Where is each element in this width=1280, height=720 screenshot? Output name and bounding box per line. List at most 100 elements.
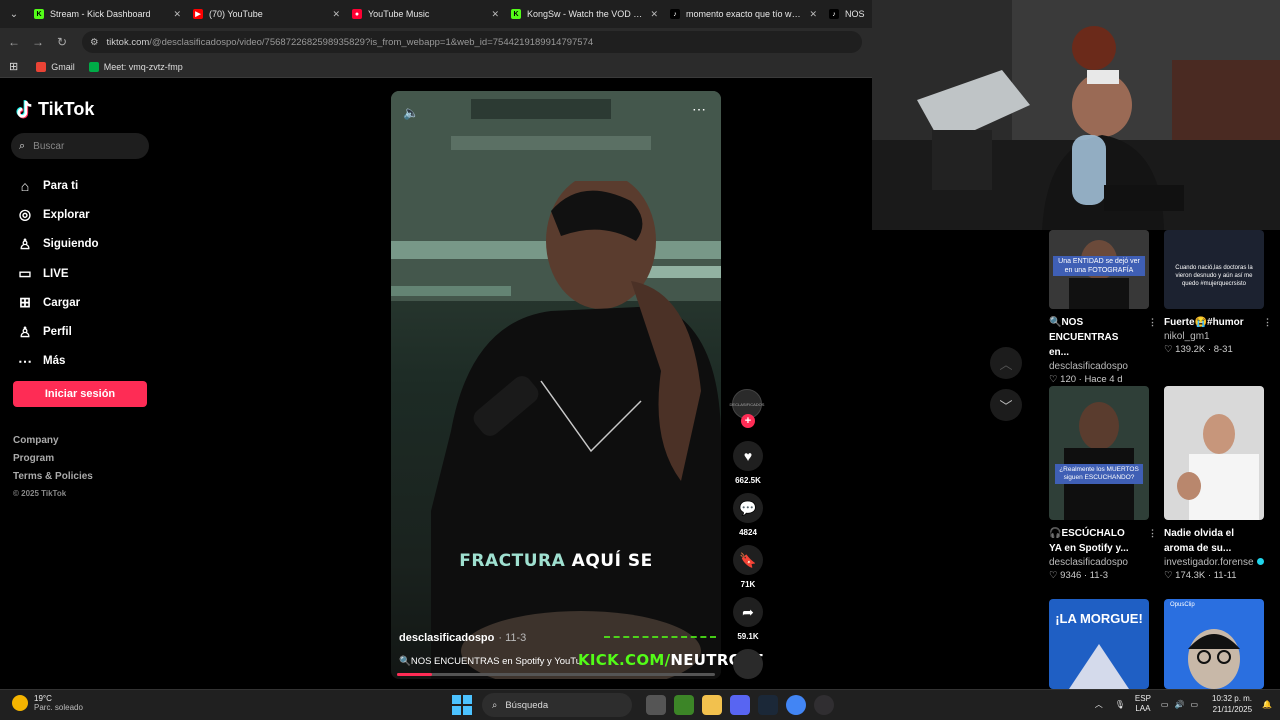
related-card[interactable]: Una ENTIDAD se dejó ver en una FOTOGRAFÍ… — [1049, 230, 1157, 385]
browser-tab[interactable]: ♪ momento exacto que tío wafa s ✕ — [664, 0, 823, 28]
bookmark-gmail[interactable]: Gmail — [36, 61, 75, 72]
browser-tab[interactable]: K Stream - Kick Dashboard ✕ — [28, 0, 187, 28]
discord-icon[interactable] — [730, 695, 750, 715]
card-more-icon[interactable]: ⋮ — [1148, 315, 1157, 330]
music-disc[interactable] — [732, 649, 764, 679]
card-more-icon[interactable]: ⋮ — [1148, 526, 1157, 541]
browser-tab[interactable]: ● YouTube Music ✕ — [346, 0, 505, 28]
battery-icon[interactable]: ▭ — [1190, 700, 1198, 709]
obs-icon[interactable] — [814, 695, 834, 715]
related-title-text: Fuerte😭#humor — [1164, 317, 1244, 328]
meet-icon — [88, 61, 99, 72]
footer-terms[interactable]: Terms & Policies — [13, 471, 93, 489]
sidebar-item-mas[interactable]: ⋯ Más — [16, 347, 99, 376]
weather-desc: Parc. soleado — [34, 703, 83, 712]
live-tv-icon: ▭ — [18, 265, 32, 282]
more-options-icon[interactable]: ⋯ — [692, 101, 707, 118]
share-button[interactable]: ➦ 59.1K — [732, 597, 764, 641]
weather-widget[interactable]: 19°C Parc. soleado — [12, 694, 83, 712]
footer-program[interactable]: Program — [13, 453, 93, 471]
sidebar-item-siguiendo[interactable]: ♙ Siguiendo — [16, 230, 99, 259]
windows-taskbar: 19°C Parc. soleado ⌕ Búsqueda ︿ 🎙 ESP LAA … — [0, 689, 1280, 720]
bookmark-meet[interactable]: Meet: vmq-zvtz-fmp — [88, 61, 183, 72]
sidebar-item-cargar[interactable]: ⊞ Cargar — [16, 288, 99, 317]
login-button[interactable]: Iniciar sesión — [13, 381, 147, 407]
profile-icon: ♙ — [18, 323, 32, 340]
address-bar[interactable]: ⚙ tiktok.com/@desclasificadospo/video/75… — [82, 31, 862, 53]
related-card[interactable]: ¡LA MORGUE! — [1049, 599, 1149, 689]
close-tab-icon[interactable]: ✕ — [809, 9, 817, 20]
related-title-text: 🎧ESCÚCHALO YA en Spotify y... — [1049, 528, 1129, 554]
video-player[interactable]: 🔈 ⋯ FRACTURA AQUÍ SE desclasificadospo · … — [391, 91, 721, 679]
taskbar-search[interactable]: ⌕ Búsqueda — [482, 693, 632, 717]
footer-company[interactable]: Company — [13, 435, 93, 453]
close-tab-icon[interactable]: ✕ — [332, 9, 340, 20]
user-follow-icon: ♙ — [18, 235, 32, 252]
sidebar-item-explorar[interactable]: ◎ Explorar — [16, 200, 99, 229]
sidebar-item-live[interactable]: ▭ LIVE — [16, 259, 99, 288]
browser-tab[interactable]: ♪ NOS — [823, 0, 871, 28]
windows-start-icon[interactable] — [452, 695, 472, 715]
chrome-icon[interactable] — [786, 695, 806, 715]
browser-tab[interactable]: K KongSw - Watch the VOD on Ki ✕ — [505, 0, 664, 28]
share-icon: ➦ — [733, 597, 763, 627]
like-button[interactable]: ♥ 662.5K — [732, 441, 764, 485]
tray-chevron-up-icon[interactable]: ︿ — [1095, 699, 1103, 710]
tab-search-chevron-icon[interactable]: ⌄ — [0, 0, 28, 28]
related-thumbnail: Cuando nació,las doctoras la vieron desn… — [1164, 230, 1264, 309]
minecraft-icon[interactable] — [674, 695, 694, 715]
sidebar-item-label: Perfil — [43, 326, 72, 339]
reload-icon[interactable]: ↻ — [50, 35, 74, 49]
steam-icon[interactable] — [758, 695, 778, 715]
video-progress-bar[interactable] — [397, 673, 715, 676]
network-icon[interactable]: ▭ — [1161, 700, 1169, 709]
apps-grid-icon[interactable]: ⊞ — [9, 60, 18, 73]
related-title: 🔍NOS ENCUENTRAS en... ⋮ — [1049, 315, 1157, 360]
thumb-text: Una ENTIDAD se dejó ver en una FOTOGRAFÍ… — [1058, 258, 1140, 274]
subtitle-highlight: FRACTURA — [459, 551, 566, 571]
volume-icon[interactable]: 🔈 — [403, 105, 419, 121]
system-tray: ︿ 🎙 ESP LAA ▭ 🔊 ▭ 10:32 p. m. 21/11/2025 🔔 — [1095, 693, 1272, 715]
microphone-icon[interactable]: 🎙 — [1115, 700, 1125, 709]
card-more-icon[interactable]: ⋮ — [1263, 315, 1269, 330]
file-explorer-icon[interactable] — [702, 695, 722, 715]
sidebar-footer: Company Program Terms & Policies © 2025 … — [13, 435, 93, 507]
sidebar-item-para-ti[interactable]: ⌂ Para ti — [16, 171, 99, 200]
language-indicator[interactable]: ESP LAA — [1135, 694, 1151, 714]
browser-tab[interactable]: ▶ (70) YouTube ✕ — [187, 0, 346, 28]
sidebar-item-label: Cargar — [43, 296, 81, 309]
bookmark-label: Gmail — [51, 61, 75, 72]
related-card[interactable]: ¿Realmente los MUERTOS siguen ESCUCHANDO… — [1049, 386, 1157, 581]
related-thumbnail — [1164, 386, 1264, 520]
tab-favicon-icon: ♪ — [829, 9, 839, 19]
sidebar-item-perfil[interactable]: ♙ Perfil — [16, 317, 99, 346]
task-view-icon[interactable] — [646, 695, 666, 715]
close-tab-icon[interactable]: ✕ — [650, 9, 658, 20]
back-arrow-icon[interactable]: ← — [2, 35, 26, 49]
notification-bell-icon[interactable]: 🔔 — [1262, 700, 1272, 709]
sidebar-nav: ⌂ Para ti ◎ Explorar ♙ Siguiendo ▭ LIVE ⊞ Car… — [16, 171, 99, 376]
video-author[interactable]: desclasificadospo · 11-3 — [399, 632, 526, 644]
sidebar-item-label: Más — [43, 355, 66, 368]
related-card[interactable]: OpusClip — [1164, 599, 1264, 689]
tab-favicon-icon: K — [34, 9, 44, 19]
follow-plus-icon[interactable]: + — [741, 414, 755, 428]
save-button[interactable]: 🔖 71K — [732, 545, 764, 589]
save-count: 71K — [740, 580, 756, 589]
search-input[interactable]: ⌕ Buscar — [11, 133, 149, 159]
comment-button[interactable]: 💬 4824 — [732, 493, 764, 537]
close-tab-icon[interactable]: ✕ — [491, 9, 499, 20]
thumb-text: ¡LA MORGUE! — [1055, 611, 1143, 626]
volume-icon[interactable]: 🔊 — [1174, 700, 1184, 709]
taskbar-clock[interactable]: 10:32 p. m. 21/11/2025 — [1212, 693, 1252, 715]
chevron-up-icon[interactable]: ︿ — [990, 347, 1022, 379]
related-card[interactable]: Cuando nació,las doctoras la vieron desn… — [1164, 230, 1269, 355]
tiktok-logo[interactable]: TikTok — [16, 99, 94, 120]
site-info-icon[interactable]: ⚙ — [90, 37, 99, 48]
chevron-down-icon[interactable]: ﹀ — [990, 389, 1022, 421]
related-title: Fuerte😭#humor ⋮ — [1164, 315, 1269, 330]
related-stats: ♡ 139.2K · 8-31 — [1164, 344, 1233, 355]
related-card[interactable]: Nadie olvida el aroma de su... investiga… — [1164, 386, 1264, 581]
close-tab-icon[interactable]: ✕ — [173, 9, 181, 20]
forward-arrow-icon[interactable]: → — [26, 35, 50, 49]
